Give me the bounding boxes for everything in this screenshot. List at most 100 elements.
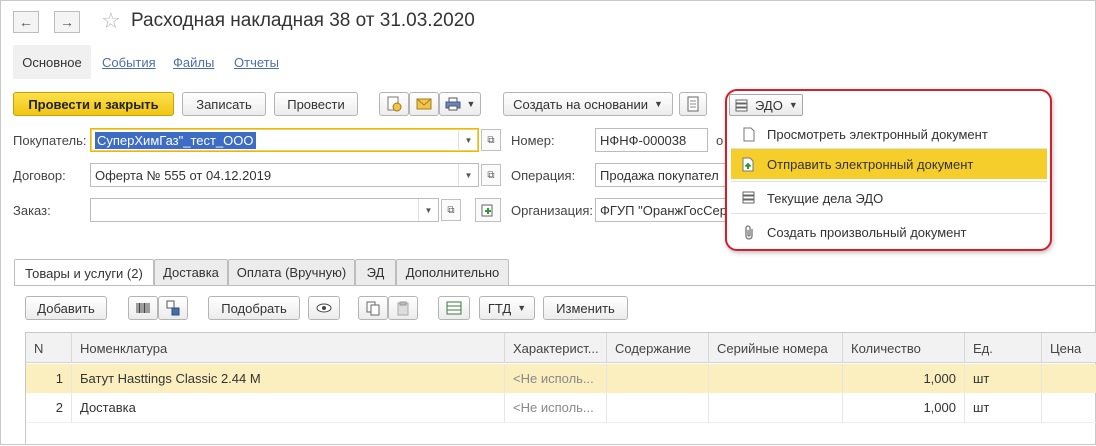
chevron-down-icon: ▼ <box>466 99 476 109</box>
barcode-scanner-button[interactable] <box>158 296 188 320</box>
arrow-right-icon: → <box>60 14 74 30</box>
dropdown-arrow-icon[interactable]: ▼ <box>458 129 478 151</box>
copy-button[interactable] <box>358 296 388 320</box>
gtd-button[interactable]: ГТД ▼ <box>479 296 535 320</box>
back-button[interactable]: ← <box>13 11 39 33</box>
pick-button[interactable]: Подобрать <box>208 296 300 320</box>
row-nomenclature: Батут Hasttings Classic 2.44 M <box>72 364 505 393</box>
change-button[interactable]: Изменить <box>543 296 628 320</box>
post-button[interactable]: Провести <box>274 92 358 116</box>
chevron-down-icon: ▼ <box>788 100 798 110</box>
column-header-characteristic[interactable]: Характерист... <box>505 333 607 363</box>
tab-goods-services[interactable]: Товары и услуги (2) <box>14 259 154 286</box>
buyer-field[interactable]: СуперХимГаз"_тест_ООО ▼ <box>90 128 479 152</box>
column-header-content[interactable]: Содержание <box>607 333 709 363</box>
gtd-label: ГТД <box>487 300 512 316</box>
operation-value: Продажа покупател <box>600 167 719 183</box>
print-button[interactable]: ▼ <box>439 92 481 116</box>
add-row-button[interactable]: Добавить <box>25 296 107 320</box>
post-and-close-button[interactable]: Провести и закрыть <box>13 92 174 116</box>
row-quantity: 1,000 <box>843 393 965 422</box>
menu-view-edoc-label: Просмотреть электронный документ <box>767 126 988 142</box>
create-order-button[interactable] <box>475 198 501 222</box>
forward-button[interactable]: → <box>54 11 80 33</box>
tab-divider <box>14 285 1096 286</box>
menu-edo-tasks[interactable]: Текущие дела ЭДО <box>731 183 1047 213</box>
add-document-icon <box>481 204 493 217</box>
row-price <box>1042 393 1096 422</box>
date-label-fragment: о <box>716 133 724 148</box>
row-serial <box>709 393 843 422</box>
open-contract-button[interactable]: ⧉ <box>481 164 501 186</box>
journal-button[interactable] <box>379 92 409 116</box>
edo-tasks-icon <box>731 191 767 205</box>
goods-table[interactable]: N Номенклатура Характерист... Содержание… <box>25 332 1096 445</box>
row-characteristic: <Не исполь... <box>505 364 607 393</box>
view-button[interactable] <box>308 296 340 320</box>
column-header-serial[interactable]: Серийные номера <box>709 333 843 363</box>
column-header-price[interactable]: Цена <box>1042 333 1096 363</box>
edo-button[interactable]: ЭДО ▼ <box>729 94 803 116</box>
operation-field[interactable]: Продажа покупател <box>595 163 730 187</box>
report-icon <box>687 96 699 112</box>
save-button[interactable]: Записать <box>182 92 266 116</box>
paperclip-icon <box>731 224 767 240</box>
menu-view-edoc[interactable]: Просмотреть электронный документ <box>731 119 1047 149</box>
row-unit: шт <box>965 393 1042 422</box>
dropdown-arrow-icon[interactable]: ▼ <box>458 164 478 186</box>
eye-icon <box>316 303 332 313</box>
row-nomenclature: Доставка <box>72 393 505 422</box>
table-row[interactable]: 2 Доставка <Не исполь... 1,000 шт <box>26 393 1096 422</box>
favorite-star-icon[interactable]: ☆ <box>101 8 121 34</box>
buyer-value: СуперХимГаз"_тест_ООО <box>95 131 256 149</box>
document-report-button[interactable] <box>679 92 707 116</box>
number-field[interactable]: НФНФ-000038 <box>595 128 708 152</box>
table-row[interactable]: 1 Батут Hasttings Classic 2.44 M <Не исп… <box>26 364 1096 393</box>
menu-create-custom-doc[interactable]: Создать произвольный документ <box>731 217 1047 247</box>
edo-stack-icon <box>735 99 748 112</box>
contract-field[interactable]: Оферта № 555 от 04.12.2019 ▼ <box>90 163 479 187</box>
tab-events[interactable]: События <box>102 55 156 70</box>
fill-button[interactable] <box>438 296 470 320</box>
row-price <box>1042 364 1096 393</box>
tab-delivery[interactable]: Доставка <box>154 259 228 285</box>
organization-value: ФГУП "ОранжГосСер <box>600 202 727 218</box>
tab-reports[interactable]: Отчеты <box>234 55 279 70</box>
number-label: Номер: <box>511 133 555 148</box>
tab-payment[interactable]: Оплата (Вручную) <box>228 259 355 285</box>
document-icon <box>731 127 767 142</box>
email-button[interactable] <box>409 92 439 116</box>
tab-additional[interactable]: Дополнительно <box>396 259 509 285</box>
contract-value: Оферта № 555 от 04.12.2019 <box>95 167 272 183</box>
open-order-button[interactable]: ⧉ <box>441 199 461 221</box>
table-header: N Номенклатура Характерист... Содержание… <box>26 333 1096 363</box>
column-header-unit[interactable]: Ед. <box>965 333 1042 363</box>
copy-icon <box>366 301 380 315</box>
order-label: Заказ: <box>13 203 51 218</box>
barcode-button[interactable] <box>128 296 158 320</box>
row-number: 2 <box>26 393 72 422</box>
chevron-down-icon: ▼ <box>653 99 663 109</box>
row-unit: шт <box>965 364 1042 393</box>
column-header-quantity[interactable]: Количество <box>843 333 965 363</box>
create-based-on-button[interactable]: Создать на основании ▼ <box>503 92 673 116</box>
order-field[interactable]: ▼ <box>90 198 439 222</box>
tab-main[interactable]: Основное <box>13 45 91 79</box>
organization-field[interactable]: ФГУП "ОранжГосСер <box>595 198 730 222</box>
table-fill-icon <box>446 301 462 315</box>
arrow-left-icon: ← <box>19 14 33 30</box>
operation-label: Операция: <box>511 168 576 183</box>
row-number: 1 <box>26 364 72 393</box>
tab-ed[interactable]: ЭД <box>355 259 396 285</box>
tab-files[interactable]: Файлы <box>173 55 214 70</box>
dropdown-arrow-icon[interactable]: ▼ <box>418 199 438 221</box>
column-header-n[interactable]: N <box>26 333 72 363</box>
page-title: Расходная накладная 38 от 31.03.2020 <box>131 10 475 31</box>
paste-button[interactable] <box>388 296 418 320</box>
row-serial <box>709 364 843 393</box>
open-buyer-button[interactable]: ⧉ <box>481 129 501 151</box>
menu-create-custom-doc-label: Создать произвольный документ <box>767 224 967 240</box>
column-header-nomenclature[interactable]: Номенклатура <box>72 333 505 363</box>
menu-send-edoc[interactable]: Отправить электронный документ <box>731 149 1047 179</box>
empty-table-area <box>26 422 1096 446</box>
